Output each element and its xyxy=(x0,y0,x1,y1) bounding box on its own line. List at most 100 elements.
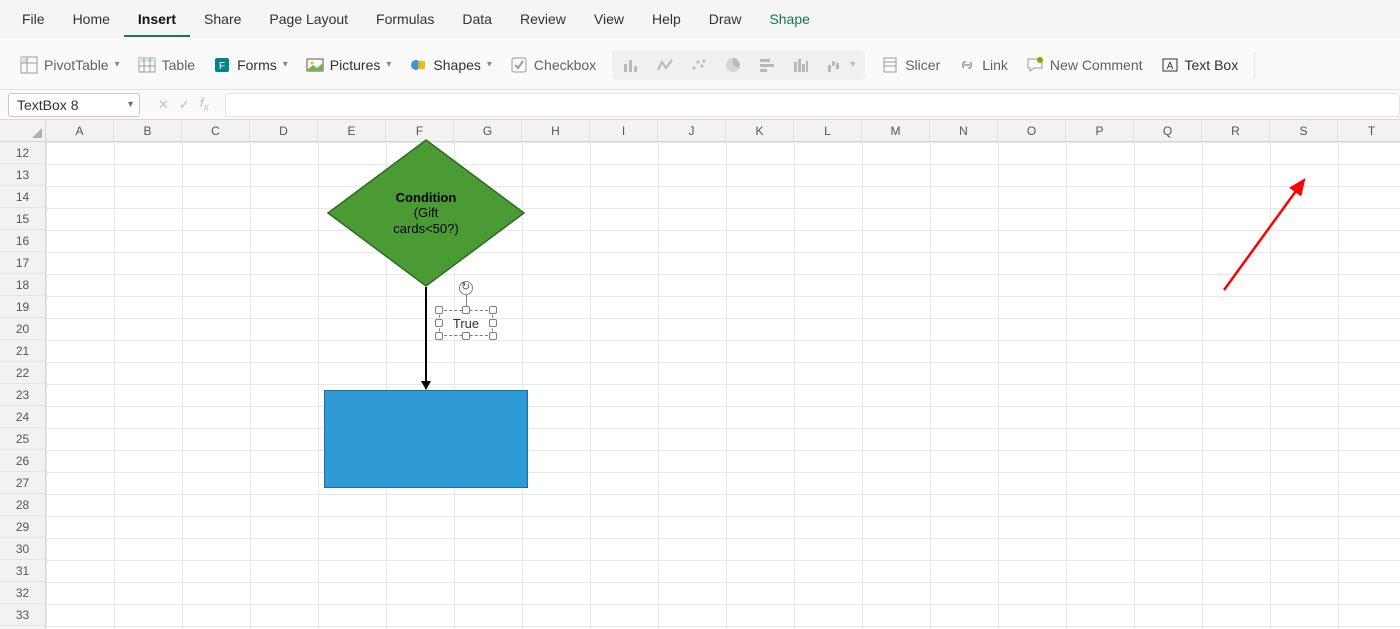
row-header[interactable]: 30 xyxy=(0,538,45,560)
name-box[interactable]: TextBox 8 ▾ xyxy=(8,93,140,117)
grid[interactable]: A B C D E F G H I J K L M N O P Q R S T xyxy=(46,120,1400,629)
menu-home[interactable]: Home xyxy=(59,3,124,37)
column-header[interactable]: B xyxy=(114,120,182,141)
row-header[interactable]: 14 xyxy=(0,186,45,208)
pivot-table-button[interactable]: PivotTable ▾ xyxy=(12,51,128,79)
row-header[interactable]: 16 xyxy=(0,230,45,252)
shapes-button[interactable]: Shapes ▾ xyxy=(401,51,500,79)
textbox-true-selected[interactable]: True xyxy=(439,310,493,336)
menu-shape[interactable]: Shape xyxy=(755,3,823,37)
textbox-text: True xyxy=(453,316,479,331)
column-header[interactable]: J xyxy=(658,120,726,141)
row-header[interactable]: 26 xyxy=(0,450,45,472)
column-header[interactable]: T xyxy=(1338,120,1400,141)
row-header[interactable]: 18 xyxy=(0,274,45,296)
menu-review[interactable]: Review xyxy=(506,3,580,37)
bar-chart-icon xyxy=(758,56,776,74)
row-header[interactable]: 25 xyxy=(0,428,45,450)
column-header[interactable]: M xyxy=(862,120,930,141)
menu-data[interactable]: Data xyxy=(448,3,506,37)
decision-title: Condition xyxy=(396,190,457,206)
column-header[interactable]: H xyxy=(522,120,590,141)
column-header[interactable]: Q xyxy=(1134,120,1202,141)
column-chart-button[interactable] xyxy=(616,52,646,78)
column-header[interactable]: R xyxy=(1202,120,1270,141)
menu-help[interactable]: Help xyxy=(638,3,695,37)
row-header[interactable]: 24 xyxy=(0,406,45,428)
worksheet[interactable]: 12 13 14 15 16 17 18 19 20 21 22 23 24 2… xyxy=(0,120,1400,629)
column-header[interactable]: K xyxy=(726,120,794,141)
new-comment-button[interactable]: New Comment xyxy=(1018,51,1151,79)
column-header[interactable]: I xyxy=(590,120,658,141)
fx-icon[interactable]: fx xyxy=(196,95,213,114)
select-all-corner[interactable] xyxy=(0,120,45,142)
resize-handle-tl[interactable] xyxy=(435,306,443,314)
line-chart-button[interactable] xyxy=(650,52,680,78)
more-charts-button[interactable]: ▾ xyxy=(820,52,861,78)
scatter-chart-button[interactable] xyxy=(684,52,714,78)
row-header[interactable]: 17 xyxy=(0,252,45,274)
menu-insert[interactable]: Insert xyxy=(124,3,190,37)
resize-handle-tm[interactable] xyxy=(462,306,470,314)
rotate-handle[interactable] xyxy=(459,281,473,295)
column-header[interactable]: L xyxy=(794,120,862,141)
column-header[interactable]: O xyxy=(998,120,1066,141)
menu-formulas[interactable]: Formulas xyxy=(362,3,448,37)
row-header[interactable]: 21 xyxy=(0,340,45,362)
row-header[interactable]: 27 xyxy=(0,472,45,494)
row-header[interactable]: 31 xyxy=(0,560,45,582)
menu-page-layout[interactable]: Page Layout xyxy=(255,3,362,37)
formula-input[interactable] xyxy=(225,93,1400,117)
column-header[interactable]: C xyxy=(182,120,250,141)
slicer-label: Slicer xyxy=(905,57,940,73)
resize-handle-ml[interactable] xyxy=(435,319,443,327)
resize-handle-mr[interactable] xyxy=(489,319,497,327)
column-header[interactable]: D xyxy=(250,120,318,141)
row-header[interactable]: 29 xyxy=(0,516,45,538)
text-box-button[interactable]: A Text Box xyxy=(1153,51,1247,79)
column-header[interactable]: S xyxy=(1270,120,1338,141)
row-header[interactable]: 28 xyxy=(0,494,45,516)
resize-handle-tr[interactable] xyxy=(489,306,497,314)
accept-formula-button[interactable]: ✓ xyxy=(175,97,194,113)
pie-chart-button[interactable] xyxy=(718,52,748,78)
row-header[interactable]: 20 xyxy=(0,318,45,340)
connector-arrow[interactable] xyxy=(425,287,427,389)
cells[interactable] xyxy=(46,142,1400,629)
menu-share[interactable]: Share xyxy=(190,3,255,37)
resize-handle-bm[interactable] xyxy=(462,332,470,340)
name-box-value: TextBox 8 xyxy=(17,97,78,113)
menu-file[interactable]: File xyxy=(8,3,59,37)
menu-draw[interactable]: Draw xyxy=(695,3,756,37)
row-header[interactable]: 15 xyxy=(0,208,45,230)
column-header[interactable]: P xyxy=(1066,120,1134,141)
menu-bar: File Home Insert Share Page Layout Formu… xyxy=(0,0,1400,40)
row-header[interactable]: 12 xyxy=(0,142,45,164)
slicer-button[interactable]: Slicer xyxy=(873,51,948,79)
row-header[interactable]: 22 xyxy=(0,362,45,384)
table-button[interactable]: Table xyxy=(130,51,203,79)
row-header[interactable]: 19 xyxy=(0,296,45,318)
row-header[interactable]: 33 xyxy=(0,604,45,626)
row-header[interactable]: 23 xyxy=(0,384,45,406)
checkbox-button[interactable]: Checkbox xyxy=(502,51,604,79)
column-header[interactable]: A xyxy=(46,120,114,141)
pictures-button[interactable]: Pictures ▾ xyxy=(298,51,400,79)
row-header[interactable]: 13 xyxy=(0,164,45,186)
decision-shape-text: Condition (Gift cards<50?) xyxy=(326,138,526,288)
link-button[interactable]: Link xyxy=(950,51,1016,79)
flowchart-decision-shape[interactable]: Condition (Gift cards<50?) xyxy=(326,138,526,288)
column-chart-icon xyxy=(622,56,640,74)
resize-handle-bl[interactable] xyxy=(435,332,443,340)
row-header[interactable]: 32 xyxy=(0,582,45,604)
forms-icon: F xyxy=(213,56,231,74)
histogram-button[interactable] xyxy=(786,52,816,78)
menu-view[interactable]: View xyxy=(580,3,638,37)
resize-handle-br[interactable] xyxy=(489,332,497,340)
cancel-formula-button[interactable]: ✕ xyxy=(154,97,173,113)
forms-button[interactable]: F Forms ▾ xyxy=(205,51,296,79)
flowchart-process-shape[interactable] xyxy=(324,390,528,488)
link-icon xyxy=(958,56,976,74)
column-header[interactable]: N xyxy=(930,120,998,141)
bar-chart-button[interactable] xyxy=(752,52,782,78)
